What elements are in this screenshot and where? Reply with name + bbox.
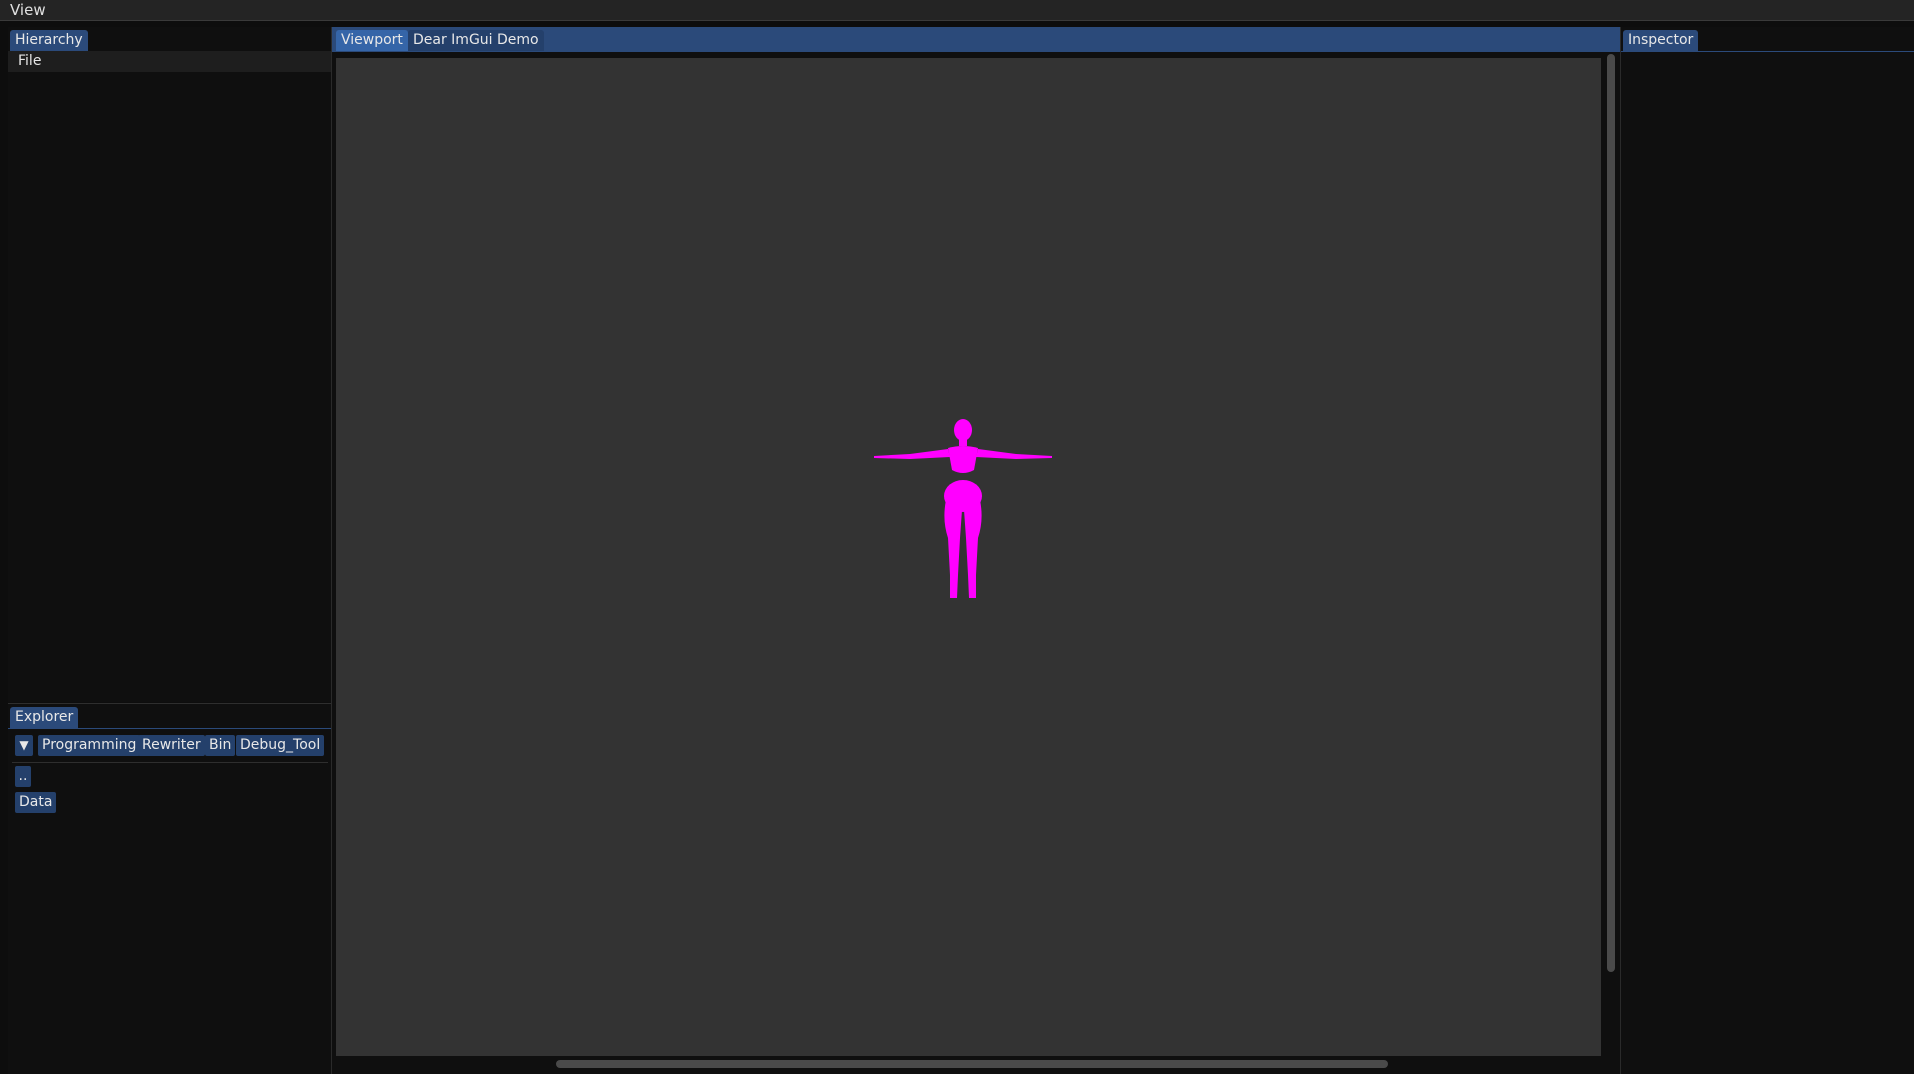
explorer-entry-data[interactable]: Data bbox=[15, 792, 57, 813]
character-model[interactable] bbox=[870, 410, 1060, 610]
breadcrumb-bin[interactable]: Bin bbox=[205, 735, 236, 756]
viewport-tabbar: Viewport Dear ImGui Demo bbox=[332, 27, 1620, 52]
tab-inspector[interactable]: Inspector bbox=[1623, 30, 1699, 51]
collapse-arrow-icon[interactable]: ▼ bbox=[15, 735, 33, 756]
explorer-panel: Explorer bbox=[8, 703, 331, 1074]
viewport-horizontal-scroll-thumb[interactable] bbox=[556, 1060, 1388, 1068]
hierarchy-tabbar: Hierarchy bbox=[8, 27, 331, 52]
tab-dear-imgui-demo[interactable]: Dear ImGui Demo bbox=[408, 30, 544, 51]
tab-hierarchy[interactable]: Hierarchy bbox=[10, 30, 88, 51]
breadcrumb-programming[interactable]: Programming bbox=[38, 735, 141, 756]
character-figure bbox=[874, 419, 1052, 598]
hierarchy-panel: Hierarchy bbox=[8, 27, 331, 702]
breadcrumb-rewriter[interactable]: Rewriter bbox=[138, 735, 205, 756]
explorer-tab-underline bbox=[8, 728, 331, 729]
inspector-panel: Inspector bbox=[1621, 27, 1914, 1074]
menu-bar: View bbox=[0, 0, 1914, 21]
hierarchy-file-item[interactable]: File bbox=[8, 51, 331, 72]
inspector-tabbar: Inspector bbox=[1621, 27, 1914, 52]
menu-view[interactable]: View bbox=[10, 1, 46, 20]
tab-viewport[interactable]: Viewport bbox=[336, 30, 408, 51]
inspector-tab-underline bbox=[1621, 51, 1914, 52]
explorer-divider bbox=[12, 762, 328, 763]
tab-explorer[interactable]: Explorer bbox=[10, 707, 79, 728]
breadcrumb-debug-tool[interactable]: Debug_Tool bbox=[236, 735, 325, 756]
viewport-vertical-scroll-thumb[interactable] bbox=[1607, 54, 1615, 972]
explorer-tabbar: Explorer bbox=[8, 704, 331, 729]
parent-directory-button[interactable]: .. bbox=[15, 766, 31, 787]
